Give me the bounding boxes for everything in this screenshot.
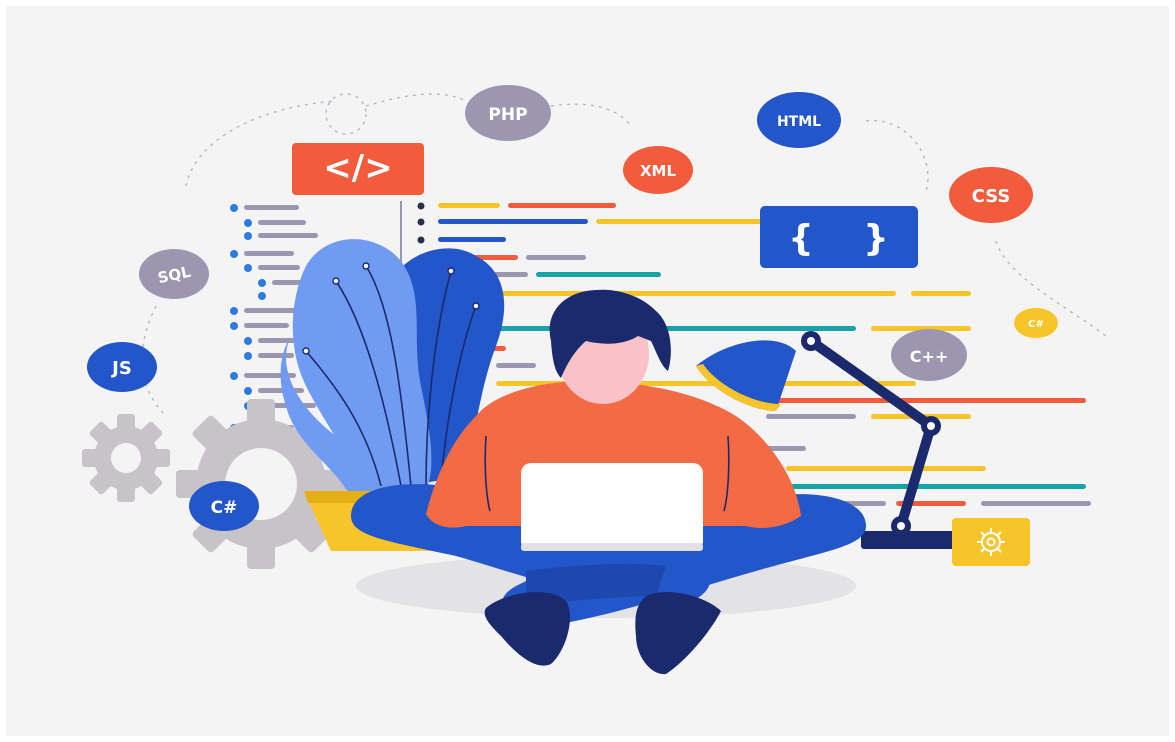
braces-open: { [788, 218, 814, 259]
svg-text:C++: C++ [910, 347, 949, 366]
svg-text:CSS: CSS [972, 186, 1011, 207]
developer-illustration: </> { } PHP HTML XML CSS SQL JS C# C++ C… [82, 85, 1107, 675]
laptop-icon [521, 463, 703, 551]
badge-js: JS [87, 342, 157, 392]
code-tag-badge: </> [292, 143, 424, 195]
badge-php: PHP [465, 85, 551, 141]
illustration: </> { } PHP HTML XML CSS SQL JS C# C++ C… [6, 6, 1169, 736]
badge-css: CSS [949, 167, 1033, 223]
settings-tile [952, 518, 1030, 566]
badge-cpp: C++ [891, 329, 967, 381]
badge-sql: SQL [139, 249, 209, 299]
svg-text:PHP: PHP [488, 105, 527, 125]
braces-badge: { } [760, 206, 918, 268]
badge-xml: XML [623, 146, 693, 194]
code-tag-icon: </> [323, 148, 392, 188]
svg-text:JS: JS [110, 358, 132, 379]
svg-text:C#: C# [1028, 319, 1044, 330]
badge-csharp-large: C# [189, 481, 259, 531]
svg-text:C#: C# [211, 498, 238, 518]
svg-text:XML: XML [640, 162, 676, 180]
braces-close: } [863, 218, 889, 259]
badge-html: HTML [757, 92, 841, 148]
badge-csharp-small: C# [1014, 308, 1058, 338]
svg-text:HTML: HTML [777, 114, 821, 130]
